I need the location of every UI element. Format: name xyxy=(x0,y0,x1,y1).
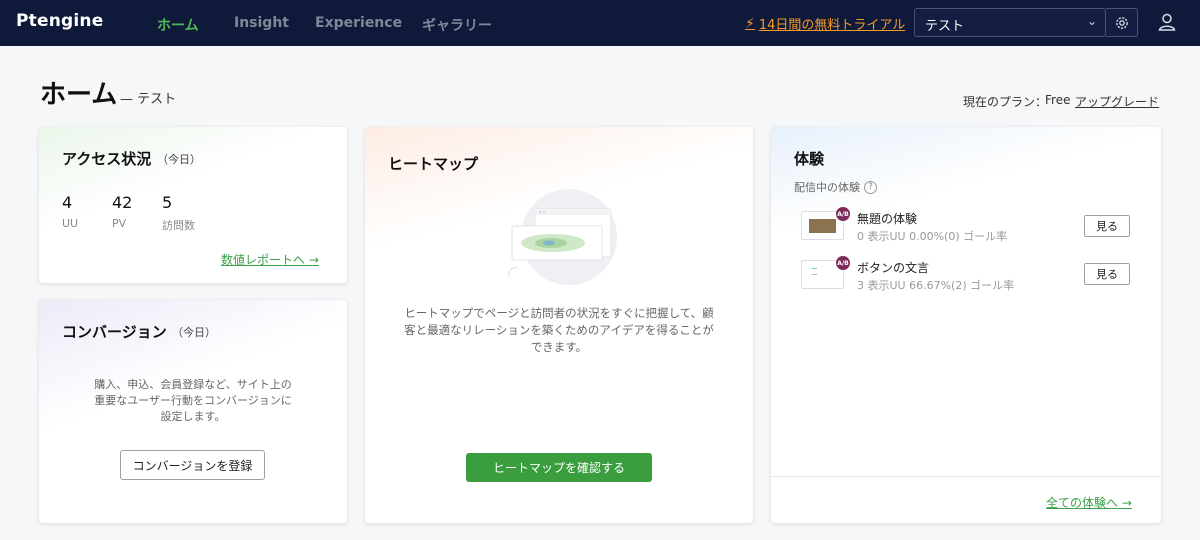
top-nav-bar: Ptengine ホーム Insight Experience ギャラリー ⚡ … xyxy=(0,0,1200,46)
plan-value: Free xyxy=(1045,93,1071,107)
help-icon[interactable]: ? xyxy=(864,180,877,194)
access-card-period: （今日） xyxy=(157,153,201,166)
free-trial-link[interactable]: ⚡ 14日間の無料トライアル xyxy=(745,14,906,34)
metric-pv-value: 42 xyxy=(112,193,133,212)
metric-uu-label: UU xyxy=(62,217,79,230)
view-heatmap-button[interactable]: ヒートマップを確認する xyxy=(466,453,652,482)
settings-button[interactable] xyxy=(1106,8,1138,37)
access-card: アクセス状況 （今日） 4 UU 42 PV 5 訪問数 数値レポートへ → xyxy=(39,127,347,283)
nav-gallery[interactable]: ギャラリー xyxy=(422,15,492,35)
heatmap-illustration xyxy=(508,189,617,285)
access-card-title: アクセス状況 xyxy=(62,150,152,168)
project-select-value: テスト xyxy=(925,19,965,34)
chevron-down-icon: ⌄ xyxy=(1086,14,1097,28)
heatmap-card: ヒートマップ ヒートマップでページと訪問者の状況をすぐに把握して、顧 客と最適な… xyxy=(365,127,753,523)
nav-experience[interactable]: Experience xyxy=(315,15,402,31)
all-experiences-link[interactable]: 全ての体験へ → xyxy=(1046,494,1132,511)
ab-test-badge: A/B xyxy=(836,256,850,270)
experience-stats: 0 表示UU 0.00%(0) ゴール率 xyxy=(857,230,1008,243)
experience-card: 体験 配信中の体験 ? A/B 無題の体験 0 表示UU 0.00%(0) ゴー… xyxy=(771,127,1161,523)
ab-test-badge: A/B xyxy=(836,207,850,221)
experience-card-title: 体験 xyxy=(794,150,825,168)
experience-name[interactable]: 無題の体験 xyxy=(857,210,917,227)
plan-label: 現在のプラン： xyxy=(963,95,1048,109)
lightning-icon: ⚡ xyxy=(745,15,755,32)
ptengine-logo[interactable]: Ptengine xyxy=(16,11,103,31)
nav-insight[interactable]: Insight xyxy=(234,15,289,31)
report-link[interactable]: 数値レポートへ → xyxy=(221,251,319,268)
metric-pv-label: PV xyxy=(112,217,127,230)
view-experience-button[interactable]: 見る xyxy=(1084,215,1130,237)
page-subtitle: — テスト xyxy=(120,92,177,107)
conversion-card-title: コンバージョン xyxy=(62,323,167,341)
conversion-description: 購入、申込、会員登録など、サイト上の 重要なユーザー行動をコンバージョンに 設定… xyxy=(94,378,292,423)
card-divider xyxy=(771,476,1161,477)
experience-name[interactable]: ボタンの文言 xyxy=(857,259,929,276)
user-icon xyxy=(1158,13,1176,31)
user-account-button[interactable] xyxy=(1156,11,1178,33)
delivering-experiences-label: 配信中の体験 ? xyxy=(794,179,877,195)
metric-visits-label: 訪問数 xyxy=(162,219,195,232)
gear-icon xyxy=(1115,16,1128,29)
conversion-card: コンバージョン （今日） 購入、申込、会員登録など、サイト上の 重要なユーザー行… xyxy=(39,300,347,523)
register-conversion-button[interactable]: コンバージョンを登録 xyxy=(120,450,265,480)
heatmap-card-title: ヒートマップ xyxy=(388,155,479,173)
metric-uu-value: 4 xyxy=(62,193,73,212)
upgrade-link[interactable]: アップグレード xyxy=(1075,93,1159,110)
conversion-card-period: （今日） xyxy=(172,326,216,339)
nav-home[interactable]: ホーム xyxy=(157,15,199,35)
heatmap-description: ヒートマップでページと訪問者の状況をすぐに把握して、顧 客と最適なリレーションを… xyxy=(404,306,714,354)
page-title: ホーム xyxy=(40,80,118,110)
view-experience-button[interactable]: 見る xyxy=(1084,263,1130,285)
experience-stats: 3 表示UU 66.67%(2) ゴール率 xyxy=(857,279,1015,292)
free-trial-label: 14日間の無料トライアル xyxy=(758,18,906,33)
project-select[interactable]: テスト ⌄ xyxy=(914,8,1106,37)
metric-visits-value: 5 xyxy=(162,193,173,212)
